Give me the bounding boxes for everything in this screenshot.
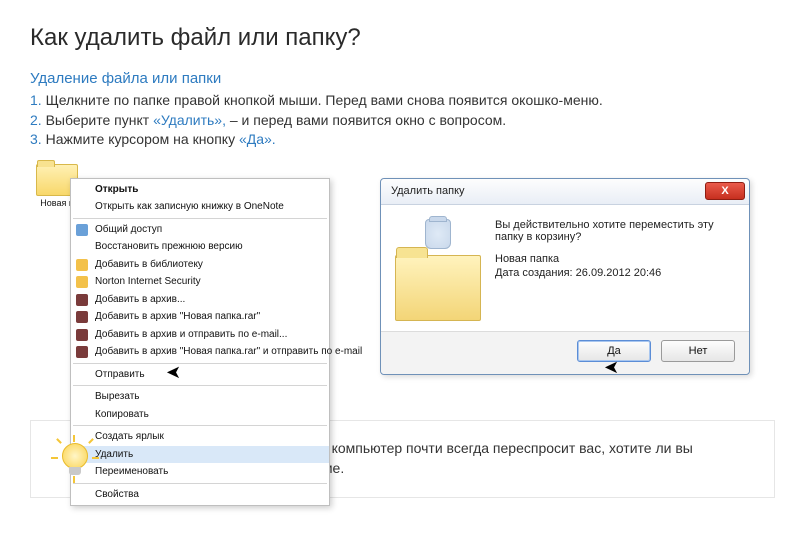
lightbulb-icon: [51, 435, 99, 483]
step-text: Нажмите курсором на кнопку: [42, 131, 239, 147]
dialog-text: Вы действительно хотите переместить эту …: [495, 219, 735, 279]
menu-item-label: Открыть: [95, 184, 138, 195]
menu-item[interactable]: Открыть как записную книжку в OneNote: [71, 198, 329, 216]
dialog-titlebar: Удалить папку X: [381, 179, 749, 205]
step-quoted: «Да».: [239, 131, 276, 147]
menu-item-label: Отправить: [95, 369, 145, 380]
cursor-icon: ➤: [166, 362, 181, 383]
menu-item[interactable]: Добавить в архив...: [71, 291, 329, 309]
menu-separator: [73, 363, 327, 364]
step-number: 2.: [30, 112, 42, 128]
menu-item[interactable]: Вырезать: [71, 388, 329, 406]
dialog-title: Удалить папку: [391, 185, 465, 197]
dialog-question: Вы действительно хотите переместить эту …: [495, 219, 735, 243]
menu-item[interactable]: Переименовать: [71, 463, 329, 481]
menu-item-label: Добавить в архив "Новая папка.rar": [95, 311, 260, 322]
dialog-folder-date: Дата создания: 26.09.2012 20:46: [495, 267, 735, 279]
step-1: 1. Щелкните по папке правой кнопкой мыши…: [30, 91, 775, 111]
step-text-after: – и перед вами появится окно с вопросом.: [226, 112, 506, 128]
menu-item[interactable]: Добавить в библиотеку: [71, 256, 329, 274]
folder-large-icon: [395, 255, 481, 321]
menu-item[interactable]: Свойства: [71, 486, 329, 504]
menu-item[interactable]: Удалить: [71, 446, 329, 464]
menu-item-label: Общий доступ: [95, 224, 162, 235]
step-2: 2. Выберите пункт «Удалить», – и перед в…: [30, 111, 775, 131]
menu-item-icon: [76, 259, 88, 271]
dialog-icons: [395, 219, 481, 321]
dialog-buttons: Да Нет ➤: [381, 331, 749, 374]
menu-item-label: Добавить в архив...: [95, 294, 185, 305]
context-menu-illustration: Новая п ОткрытьОткрыть как записную книж…: [30, 164, 340, 404]
menu-item-label: Копировать: [95, 409, 149, 420]
menu-item-icon: [76, 311, 88, 323]
menu-item-label: Открыть как записную книжку в OneNote: [95, 201, 284, 212]
menu-separator: [73, 483, 327, 484]
menu-item-icon: [76, 346, 88, 358]
step-text: Щелкните по папке правой кнопкой мыши. П…: [42, 92, 603, 108]
menu-item-icon: [76, 294, 88, 306]
menu-item[interactable]: Добавить в архив "Новая папка.rar" и отп…: [71, 343, 329, 361]
dialog-folder-name: Новая папка: [495, 253, 735, 265]
menu-item-label: Переименовать: [95, 466, 168, 477]
menu-item-label: Удалить: [95, 449, 133, 460]
menu-separator: [73, 385, 327, 386]
menu-item-icon: [76, 276, 88, 288]
menu-item[interactable]: Добавить в архив и отправить по e-mail..…: [71, 326, 329, 344]
menu-item-label: Восстановить прежнюю версию: [95, 241, 243, 252]
no-button[interactable]: Нет: [661, 340, 735, 362]
menu-separator: [73, 218, 327, 219]
menu-item[interactable]: Восстановить прежнюю версию: [71, 238, 329, 256]
menu-item[interactable]: Копировать: [71, 406, 329, 424]
instruction-steps: 1. Щелкните по папке правой кнопкой мыши…: [30, 91, 775, 150]
cursor-icon: ➤: [604, 357, 619, 378]
menu-item[interactable]: Открыть: [71, 181, 329, 199]
page-title: Как удалить файл или папку?: [30, 24, 775, 52]
dialog-body: Вы действительно хотите переместить эту …: [381, 205, 749, 331]
step-text: Выберите пункт: [42, 112, 153, 128]
menu-item-label: Вырезать: [95, 391, 139, 402]
menu-item[interactable]: Общий доступ: [71, 221, 329, 239]
context-menu: Открыть Открыть как записную книжку в One…: [70, 178, 330, 507]
step-number: 3.: [30, 131, 42, 147]
menu-item-label: Свойства: [95, 489, 139, 500]
menu-item-label: Добавить в архив "Новая папка.rar" и отп…: [95, 346, 362, 357]
menu-item-label: Norton Internet Security: [95, 276, 201, 287]
menu-item-icon: [76, 329, 88, 341]
menu-item-label: Создать ярлык: [95, 431, 164, 442]
step-quoted: «Удалить»,: [153, 112, 226, 128]
close-button[interactable]: X: [705, 182, 745, 200]
step-3: 3. Нажмите курсором на кнопку «Да».: [30, 130, 775, 150]
recycle-bin-icon: [425, 219, 451, 249]
menu-item-label: Добавить в архив и отправить по e-mail..…: [95, 329, 287, 340]
menu-item-icon: [76, 224, 88, 236]
menu-item[interactable]: Norton Internet Security: [71, 273, 329, 291]
illustration-row: Новая п ОткрытьОткрыть как записную книж…: [30, 164, 775, 404]
step-number: 1.: [30, 92, 42, 108]
menu-separator: [73, 425, 327, 426]
menu-item[interactable]: Добавить в архив "Новая папка.rar": [71, 308, 329, 326]
delete-confirm-dialog: Удалить папку X Вы действительно хотите …: [380, 178, 750, 375]
menu-item[interactable]: Создать ярлык: [71, 428, 329, 446]
menu-item-label: Добавить в библиотеку: [95, 259, 203, 270]
menu-item[interactable]: Отправить: [71, 366, 329, 384]
section-subtitle: Удаление файла или папки: [30, 70, 775, 87]
